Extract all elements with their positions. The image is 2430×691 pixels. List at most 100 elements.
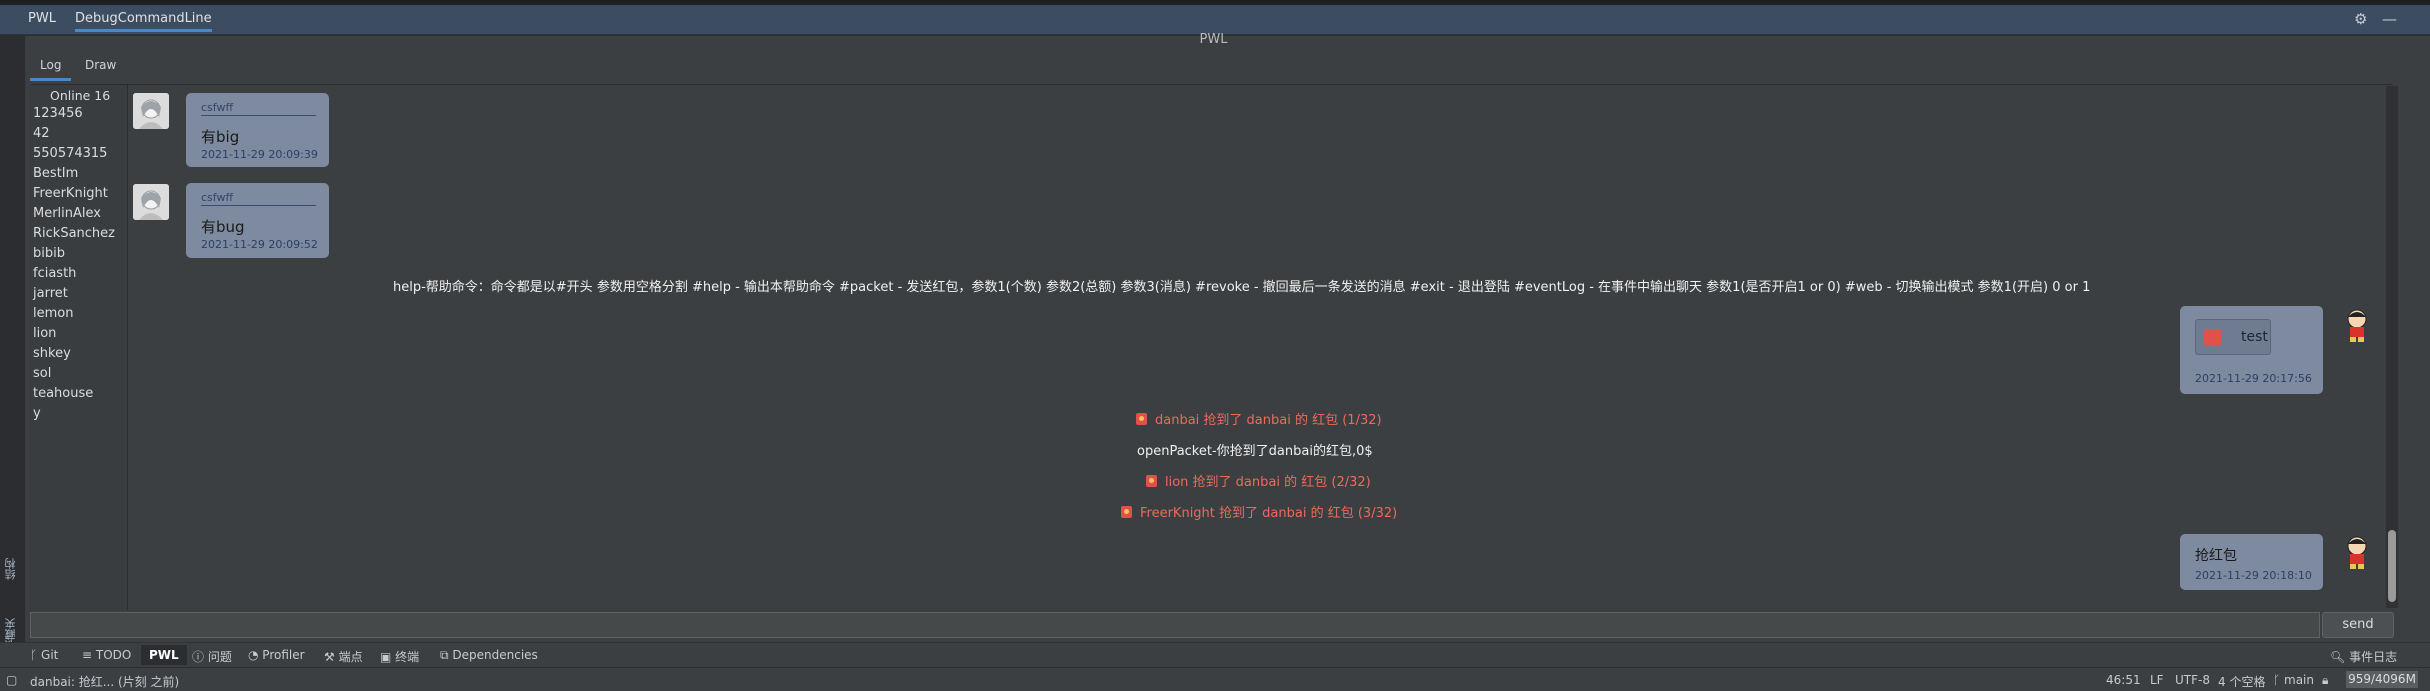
status-message[interactable]: danbai: 抢红... (片刻 之前) (30, 673, 179, 690)
grab-notice: FreerKnight 抢到了 danbai 的 红包 (3/32) (1121, 502, 1397, 521)
event-log-tool[interactable]: 🔍︎ 事件日志 (2330, 648, 2397, 665)
message-time: 2021-11-29 20:09:39 (201, 148, 318, 161)
grab-notice: danbai 抢到了 danbai 的 红包 (1/32) (1136, 409, 1382, 428)
message-text: 有big (201, 128, 240, 146)
divider (201, 115, 316, 116)
branch-label: main (2284, 673, 2314, 687)
message-time: 2021-11-29 20:17:56 (2195, 372, 2312, 385)
red-packet-card[interactable]: test (2195, 319, 2271, 355)
user-item[interactable]: 550574315 (33, 146, 107, 161)
layers-icon: ⧉ (440, 648, 453, 662)
dependencies-label: Dependencies (452, 648, 538, 662)
event-log-label: 事件日志 (2349, 650, 2398, 664)
user-item[interactable]: MerlinAlex (33, 206, 101, 221)
user-item[interactable]: RickSanchez (33, 226, 115, 241)
avatar[interactable] (2339, 307, 2375, 343)
scrollbar-thumb[interactable] (2388, 530, 2396, 602)
user-item[interactable]: lemon (33, 306, 73, 321)
user-item[interactable]: 42 (33, 126, 50, 141)
online-user-list: Online 16 123456 42 550574315 BestIm Fre… (30, 84, 128, 610)
message-text: 有bug (201, 218, 245, 236)
message-bubble: csfwff 有bug 2021-11-29 20:09:52 (186, 183, 329, 258)
left-tool-strip: 结构 收藏夹 (0, 36, 26, 651)
memory-indicator[interactable]: 959/4096M (2346, 671, 2418, 688)
branch-icon: ᚴ (2273, 673, 2285, 687)
caret-position[interactable]: 46:51 (2106, 673, 2141, 687)
grab-notice: lion 抢到了 danbai 的 红包 (2/32) (1146, 471, 1371, 490)
red-packet-icon (1121, 506, 1132, 518)
terminal-tool[interactable]: ▣ 终端 (380, 648, 419, 665)
user-item[interactable]: BestIm (33, 166, 78, 181)
user-item[interactable]: shkey (33, 346, 71, 361)
message-sender: csfwff (201, 101, 234, 114)
user-item[interactable]: lion (33, 326, 56, 341)
red-packet-icon (2204, 329, 2221, 346)
list-icon: ≡ (82, 648, 96, 662)
grab-notice-text: FreerKnight 抢到了 danbai 的 红包 (3/32) (1140, 506, 1398, 521)
tab-pwl[interactable]: PWL (28, 11, 56, 26)
tab-draw[interactable]: Draw (85, 58, 116, 72)
search-icon: 🔍︎ (2330, 650, 2350, 664)
message-text: 抢红包 (2195, 548, 2237, 564)
terminal-label: 终端 (395, 650, 420, 664)
tab-debug-command-line[interactable]: DebugCommandLine (75, 11, 212, 32)
user-item[interactable]: bibib (33, 246, 65, 261)
user-item[interactable]: sol (33, 366, 51, 381)
git-branch[interactable]: ᚴ main (2273, 673, 2314, 687)
avatar[interactable] (133, 93, 169, 129)
avatar[interactable] (133, 184, 169, 220)
branch-icon: ᚴ (30, 648, 42, 662)
send-button[interactable]: send (2322, 612, 2394, 638)
terminal-icon: ▣ (380, 650, 396, 664)
message-bubble-red-packet: test 2021-11-29 20:17:56 (2180, 306, 2323, 394)
red-packet-message: test (2241, 329, 2268, 345)
help-message: help-帮助命令：命令都是以#开头 参数用空格分割 #help - 输出本帮助… (393, 280, 2091, 295)
dependencies-tool[interactable]: ⧉ Dependencies (440, 648, 538, 663)
tab-log[interactable]: Log (30, 58, 72, 81)
red-packet-icon (1136, 413, 1147, 425)
avatar[interactable] (2339, 534, 2375, 570)
red-packet-icon (1146, 475, 1157, 487)
problems-label: 问题 (207, 650, 232, 664)
todo-label: TODO (95, 648, 132, 662)
chat-log (128, 84, 2393, 610)
message-sender: csfwff (201, 191, 234, 204)
user-item[interactable]: 123456 (33, 106, 83, 121)
git-tool[interactable]: ᚴ Git (30, 648, 58, 662)
problems-tool[interactable]: ⓘ 问题 (192, 648, 232, 665)
minus-icon[interactable]: — (2382, 10, 2397, 28)
build-icon: ⚒ (324, 650, 339, 664)
user-item[interactable]: FreerKnight (33, 186, 108, 201)
message-bubble: 抢红包 2021-11-29 20:18:10 (2180, 534, 2323, 590)
structure-label: 结构 (4, 558, 17, 580)
info-icon: ⓘ (192, 650, 208, 664)
user-item[interactable]: jarret (33, 286, 68, 301)
user-item[interactable]: y (33, 406, 41, 421)
profiler-tool[interactable]: ◔ Profiler (248, 648, 305, 662)
profiler-icon: ◔ (248, 648, 263, 662)
grab-notice-text: lion 抢到了 danbai 的 红包 (2/32) (1165, 475, 1371, 490)
message-time: 2021-11-29 20:09:52 (201, 238, 318, 251)
message-input[interactable] (30, 612, 2320, 638)
user-item[interactable]: fciasth (33, 266, 76, 281)
indent-setting[interactable]: 4 个空格 (2218, 673, 2265, 690)
build-tool[interactable]: ⚒ 端点 (324, 648, 363, 665)
gear-icon[interactable]: ⚙ (2354, 10, 2367, 28)
pwl-tool[interactable]: PWL (141, 645, 187, 665)
divider (201, 205, 316, 206)
bottom-tool-strip: ᚴ Git ≡ TODO PWL ⓘ 问题 ◔ Profiler ⚒ 端点 ▣ … (0, 642, 2430, 667)
open-packet-message: openPacket-你抢到了danbai的红包,0$ (1137, 444, 1373, 459)
status-bar: ▢ danbai: 抢红... (片刻 之前) 46:51 LF UTF-8 4… (0, 667, 2430, 691)
structure-tab[interactable]: 结构 (3, 558, 19, 580)
git-label: Git (41, 648, 59, 662)
status-square-icon: ▢ (6, 673, 18, 687)
todo-tool[interactable]: ≡ TODO (82, 648, 131, 662)
lock-icon[interactable]: 🔒︎ (2322, 673, 2328, 688)
build-label: 端点 (338, 650, 363, 664)
profiler-label: Profiler (262, 648, 305, 662)
user-item[interactable]: teahouse (33, 386, 93, 401)
panel-title: PWL (1199, 32, 1228, 47)
line-separator[interactable]: LF (2150, 673, 2164, 687)
grab-notice-text: danbai 抢到了 danbai 的 红包 (1/32) (1155, 413, 1382, 428)
file-encoding[interactable]: UTF-8 (2175, 673, 2210, 687)
